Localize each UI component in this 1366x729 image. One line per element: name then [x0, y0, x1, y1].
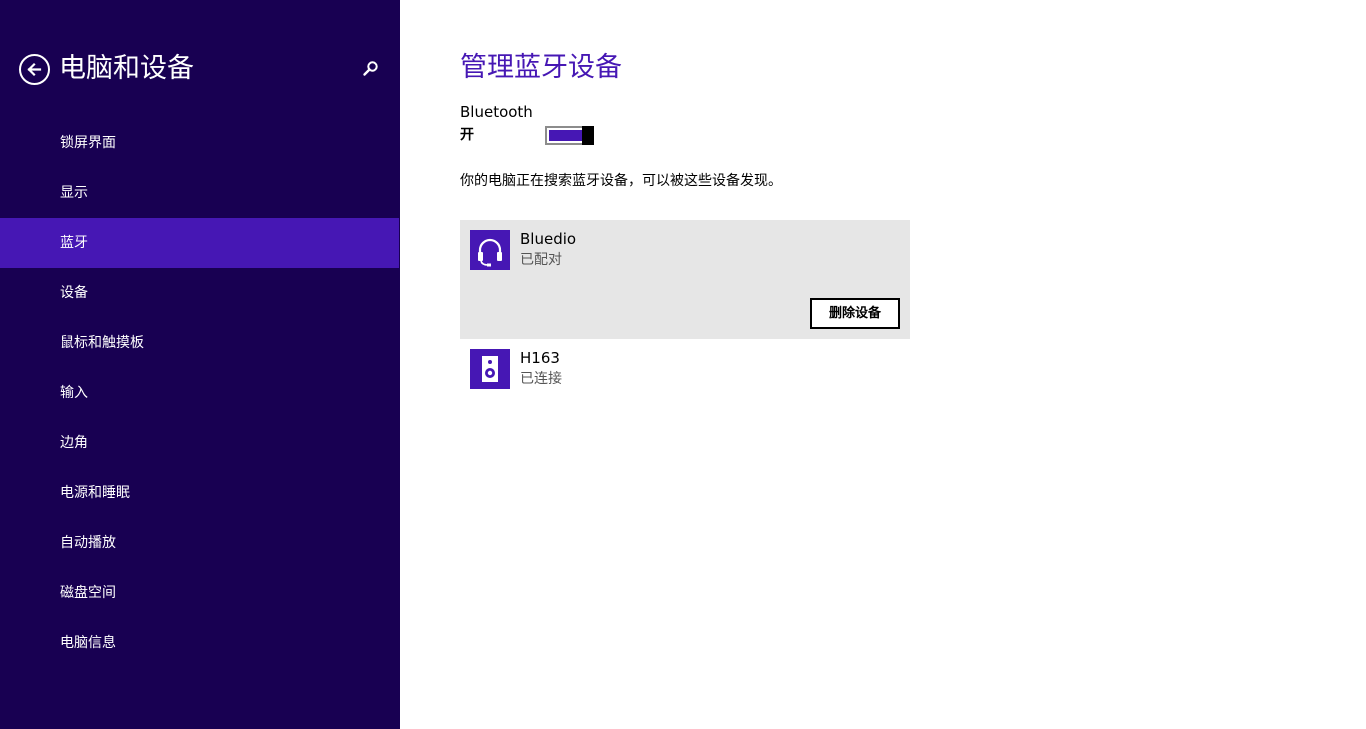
sidebar-item-display[interactable]: 显示 — [0, 168, 399, 218]
device-item-h163[interactable]: H163 已连接 — [460, 339, 910, 399]
main-content: 管理蓝牙设备 Bluetooth 开 你的电脑正在搜索蓝牙设备，可以被这些设备发… — [400, 0, 1366, 729]
device-list: Bluedio 已配对 删除设备 H163 已连接 — [460, 220, 910, 399]
pc-settings-window: 电脑和设备 锁屏界面 显示 蓝牙 设备 鼠标和触摸板 输入 边角 电源和睡眠 自… — [0, 0, 1366, 729]
sidebar-item-lock-screen[interactable]: 锁屏界面 — [0, 118, 399, 168]
bluetooth-state-label: 开 — [460, 127, 474, 143]
page-title: 管理蓝牙设备 — [460, 52, 622, 83]
discovery-status-message: 你的电脑正在搜索蓝牙设备，可以被这些设备发现。 — [460, 173, 782, 189]
sidebar-title: 电脑和设备 — [59, 53, 194, 84]
remove-device-button[interactable]: 删除设备 — [810, 298, 900, 329]
back-arrow-icon — [27, 62, 42, 77]
toggle-track — [545, 126, 587, 145]
back-button[interactable] — [19, 54, 50, 85]
sidebar-item-corners[interactable]: 边角 — [0, 418, 399, 468]
sidebar-item-typing[interactable]: 输入 — [0, 368, 399, 418]
toggle-fill — [549, 130, 583, 141]
headset-icon — [478, 238, 502, 267]
device-icon-tile — [470, 349, 510, 389]
sidebar-header: 电脑和设备 — [19, 51, 384, 87]
device-status: 已连接 — [520, 371, 562, 387]
sidebar-item-devices[interactable]: 设备 — [0, 268, 399, 318]
sidebar: 电脑和设备 锁屏界面 显示 蓝牙 设备 鼠标和触摸板 输入 边角 电源和睡眠 自… — [0, 0, 400, 729]
sidebar-nav: 锁屏界面 显示 蓝牙 设备 鼠标和触摸板 输入 边角 电源和睡眠 自动播放 磁盘… — [0, 118, 399, 668]
device-item-bluedio[interactable]: Bluedio 已配对 删除设备 — [460, 220, 910, 339]
bluetooth-toggle[interactable] — [545, 126, 595, 145]
device-name: H163 — [520, 349, 560, 367]
sidebar-item-pc-info[interactable]: 电脑信息 — [0, 618, 399, 668]
toggle-thumb[interactable] — [582, 126, 594, 145]
search-icon — [363, 61, 378, 76]
bluetooth-label: Bluetooth — [460, 103, 533, 121]
sidebar-item-power-sleep[interactable]: 电源和睡眠 — [0, 468, 399, 518]
device-name: Bluedio — [520, 230, 577, 248]
speaker-icon — [482, 356, 498, 382]
device-status: 已配对 — [520, 252, 562, 268]
device-icon-tile — [470, 230, 510, 270]
sidebar-item-disk-space[interactable]: 磁盘空间 — [0, 568, 399, 618]
search-button[interactable] — [362, 60, 380, 78]
sidebar-item-mouse-touchpad[interactable]: 鼠标和触摸板 — [0, 318, 399, 368]
sidebar-item-bluetooth[interactable]: 蓝牙 — [0, 218, 399, 268]
sidebar-item-autoplay[interactable]: 自动播放 — [0, 518, 399, 568]
